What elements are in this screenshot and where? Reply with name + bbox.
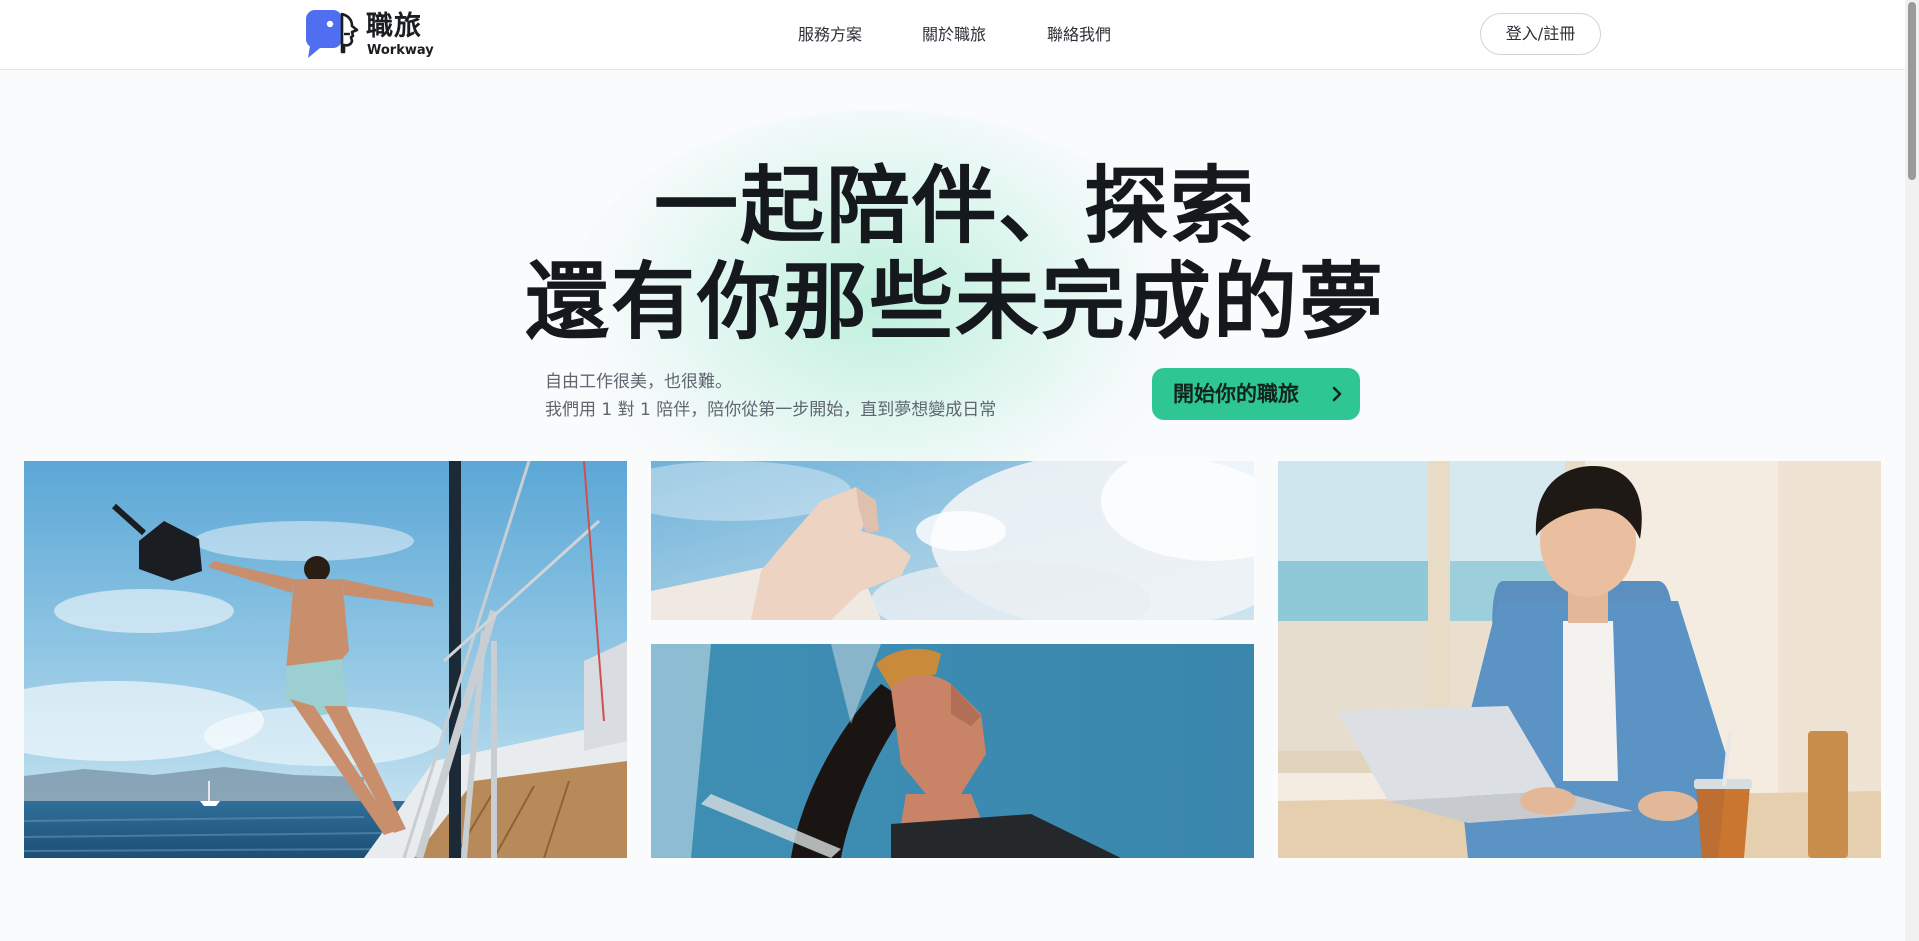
brand-subtitle: Workway <box>367 43 434 58</box>
page-scrollbar[interactable] <box>1905 0 1919 941</box>
top-navigation-bar: 職旅 Workway 服務方案 關於職旅 聯絡我們 登入/註冊 <box>0 0 1905 70</box>
hero-title-line-1: 一起陪伴、探索 <box>653 157 1256 255</box>
brand-logo[interactable]: 職旅 Workway <box>306 10 434 60</box>
speech-bubble-face-logo-icon <box>306 10 359 58</box>
scrollbar-thumb[interactable] <box>1908 2 1916 180</box>
start-journey-button[interactable]: 開始你的職旅 <box>1152 368 1360 420</box>
page: 職旅 Workway 服務方案 關於職旅 聯絡我們 登入/註冊 一起陪伴、探索 … <box>0 0 1919 941</box>
photo-remote-worker-laptop <box>1278 461 1881 858</box>
photo-woman-breeze <box>651 644 1254 858</box>
nav-link-about[interactable]: 關於職旅 <box>922 25 986 45</box>
hero-description-line-1: 自由工作很美，也很難。 <box>545 372 732 392</box>
hero-title-line-2: 還有你那些未完成的夢 <box>524 253 1385 351</box>
photo-sailboat-freedom <box>24 461 627 858</box>
nav-link-services[interactable]: 服務方案 <box>798 25 862 45</box>
nav-link-contact[interactable]: 聯絡我們 <box>1047 25 1111 45</box>
hero-description: 自由工作很美，也很難。 我們用 1 對 1 陪伴，陪你從第一步開始，直到夢想變成… <box>545 368 996 424</box>
start-journey-label: 開始你的職旅 <box>1173 382 1299 406</box>
hero-title: 一起陪伴、探索 還有你那些未完成的夢 <box>440 158 1470 350</box>
brand-name: 職旅 <box>366 11 422 42</box>
chevron-right-icon <box>1332 386 1342 402</box>
photo-hand-clouds <box>651 461 1254 620</box>
login-register-button[interactable]: 登入/註冊 <box>1480 13 1601 55</box>
hero-description-line-2: 我們用 1 對 1 陪伴，陪你從第一步開始，直到夢想變成日常 <box>545 400 997 420</box>
